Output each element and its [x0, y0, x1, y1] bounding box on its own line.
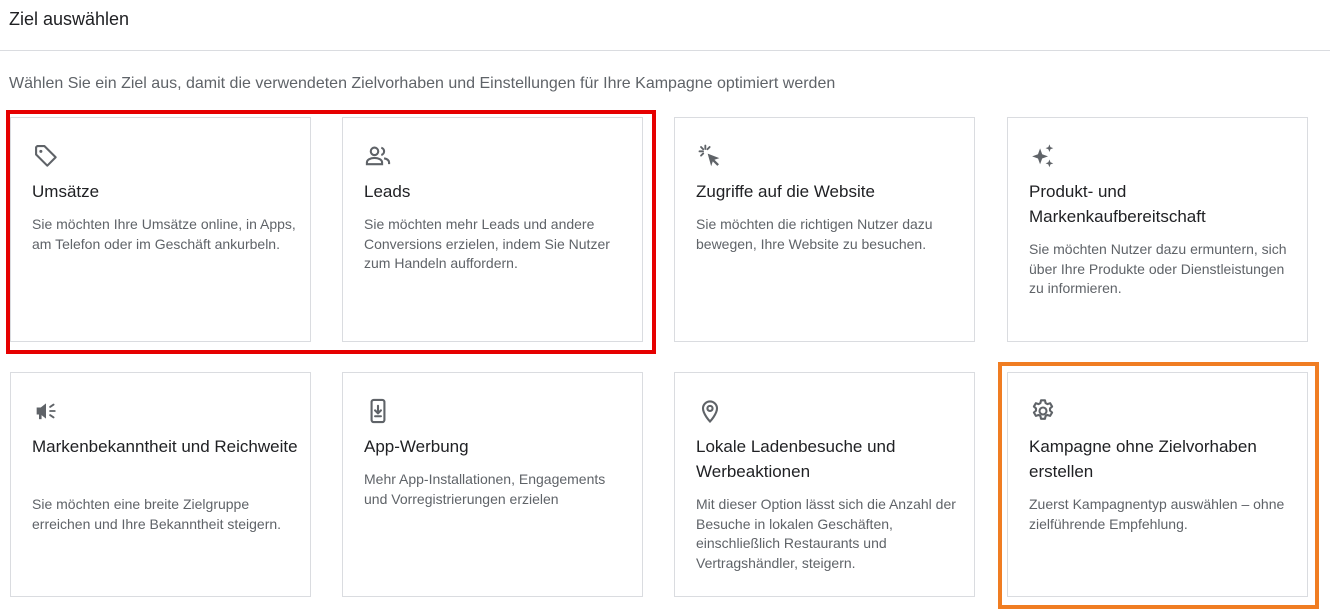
megaphone-icon: [32, 397, 60, 425]
cursor-click-icon: [696, 142, 724, 170]
goal-card-local-store-visits[interactable]: Lokale Ladenbesuche und Werbeaktionen Mi…: [674, 372, 975, 597]
location-pin-icon: [696, 397, 724, 425]
goal-card-description: Mehr App-Installationen, Engagements und…: [364, 471, 606, 507]
page-header: Ziel auswählen: [0, 0, 1330, 51]
goal-card-purchase-consideration[interactable]: Produkt- und Markenkaufbereitschaft Sie …: [1007, 117, 1308, 342]
goal-card-title: App-Werbung: [364, 437, 469, 456]
goal-card-description: Sie möchten mehr Leads und andere Conver…: [364, 216, 610, 271]
gear-icon: [1029, 397, 1057, 425]
goal-card-no-goal[interactable]: Kampagne ohne Zielvorhaben erstellen Zue…: [1007, 372, 1308, 597]
goal-card-description: Sie möchten die richtigen Nutzer dazu be…: [696, 216, 933, 252]
goal-card-title: Umsätze: [32, 182, 100, 201]
goal-card-leads[interactable]: Leads Sie möchten mehr Leads und andere …: [342, 117, 643, 342]
tag-icon: [32, 142, 60, 170]
goal-card-description: Zuerst Kampagnentyp auswählen – ohne zie…: [1029, 496, 1285, 532]
goal-card-title: Leads: [364, 182, 411, 201]
goal-card-description: Sie möchten Ihre Umsätze online, in Apps…: [32, 216, 296, 252]
goal-card-title: Markenbekanntheit und Reichweite: [32, 437, 298, 456]
goal-card-description: Sie möchten Nutzer dazu ermuntern, sich …: [1029, 241, 1287, 296]
phone-download-icon: [364, 397, 392, 425]
page-subtitle: Wählen Sie ein Ziel aus, damit die verwe…: [9, 75, 836, 92]
goal-card-sales[interactable]: Umsätze Sie möchten Ihre Umsätze online,…: [10, 117, 311, 342]
page-title: Ziel auswählen: [9, 9, 130, 29]
goal-card-title: Zugriffe auf die Website: [696, 182, 875, 201]
goal-card-website-traffic[interactable]: Zugriffe auf die Website Sie möchten die…: [674, 117, 975, 342]
goal-card-app-promotion[interactable]: App-Werbung Mehr App-Installationen, Eng…: [342, 372, 643, 597]
goal-card-brand-awareness[interactable]: Markenbekanntheit und Reichweite Sie möc…: [10, 372, 311, 597]
goal-card-description: Mit dieser Option lässt sich die Anzahl …: [696, 496, 956, 571]
goal-card-title: Lokale Ladenbesuche und Werbeaktionen: [696, 437, 896, 481]
goal-card-title: Kampagne ohne Zielvorhaben erstellen: [1029, 437, 1257, 481]
sparkle-icon: [1029, 142, 1057, 170]
people-icon: [364, 142, 392, 170]
goal-card-description: Sie möchten eine breite Zielgruppe errei…: [32, 496, 282, 532]
goal-card-title: Produkt- und Markenkaufbereitschaft: [1029, 182, 1206, 226]
